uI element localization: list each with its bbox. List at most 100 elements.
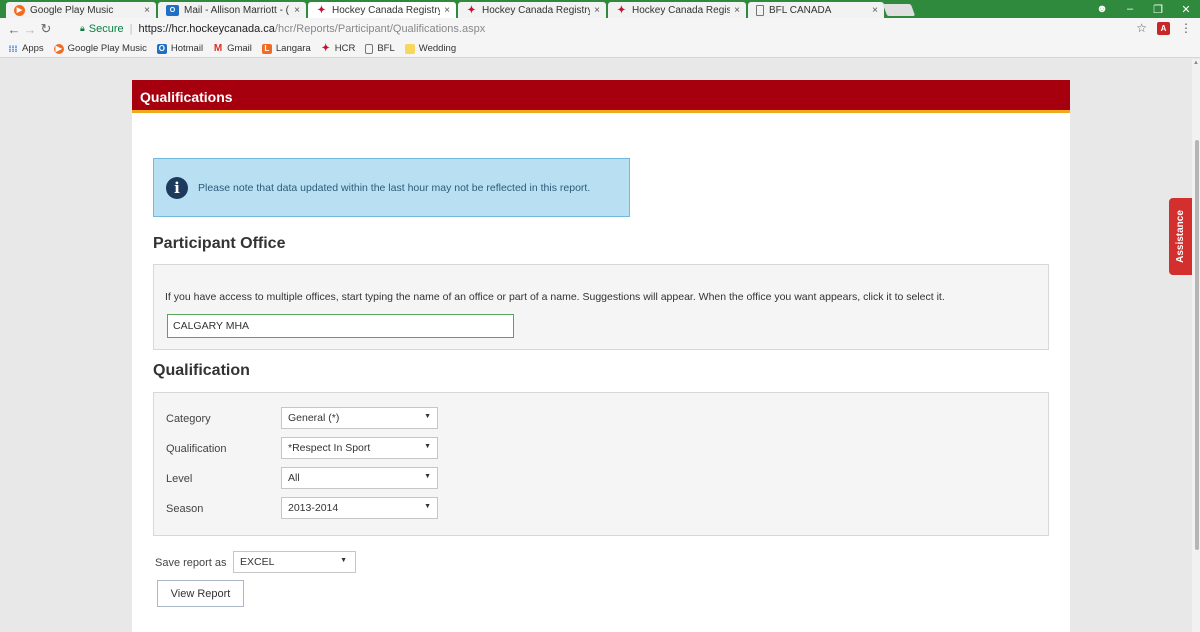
document-icon (365, 43, 374, 54)
dropdown-arrow-icon: ▼ (340, 557, 347, 564)
url-host: https://hcr.hockeycanada.ca (138, 22, 275, 35)
back-arrow-icon[interactable]: ← (6, 22, 22, 37)
tab-close-icon[interactable]: × (294, 5, 300, 16)
document-icon (756, 4, 764, 16)
bookmark-wedding[interactable]: Wedding (404, 43, 456, 54)
qualifications-panel: Qualifications i Please note that data u… (132, 80, 1070, 632)
outlook-icon: O (156, 43, 167, 54)
tab-title: Hockey Canada Registry (632, 4, 731, 16)
bookmark-label: HCR (334, 43, 356, 54)
office-help-text: If you have access to multiple offices, … (165, 291, 945, 303)
category-label: Category (166, 413, 211, 425)
tab-mail[interactable]: O Mail - Allison Marriott - ( × (158, 2, 306, 18)
bookmark-label: BFL (377, 43, 395, 54)
bookmarks-bar: ⁞⁞⁞ Apps ▶ Google Play Music O Hotmail M Gma… (0, 40, 1200, 58)
bookmark-label: Langara (275, 43, 311, 54)
info-alert: i Please note that data updated within t… (153, 158, 630, 217)
category-row: Category (166, 413, 211, 425)
minimize-icon[interactable]: – (1116, 3, 1144, 15)
level-label: Level (166, 473, 193, 485)
hockey-canada-icon: ✦ (617, 4, 626, 16)
tab-title: Mail - Allison Marriott - ( (184, 4, 290, 16)
address-bar: ← → ↻ 🔒︎ Secure | https://hcr.hockeycana… (0, 18, 1200, 40)
save-report-value: EXCEL (240, 556, 275, 568)
level-value: All (288, 472, 300, 484)
dropdown-arrow-icon: ▼ (424, 443, 431, 450)
account-icon[interactable]: ☻ (1088, 3, 1116, 15)
scrollbar-thumb[interactable] (1195, 140, 1199, 550)
dropdown-arrow-icon: ▼ (424, 473, 431, 480)
tab-strip: ▶ Google Play Music × O Mail - Allison M… (0, 0, 1200, 18)
restore-icon[interactable]: ❐ (1144, 3, 1172, 16)
bookmark-apps[interactable]: ⁞⁞⁞ Apps (8, 43, 44, 54)
hockey-canada-icon: ✦ (317, 4, 326, 16)
bookmark-label: Hotmail (170, 43, 204, 54)
info-icon: i (166, 176, 188, 199)
tab-hockey-canada-registry-active[interactable]: ✦ Hockey Canada Registry × (308, 2, 456, 18)
bookmark-label: Google Play Music (67, 43, 147, 54)
menu-dots-icon[interactable]: ⋮ (1180, 21, 1192, 35)
tab-title: BFL CANADA (769, 4, 832, 16)
qualification-value: *Respect In Sport (288, 442, 371, 454)
assistance-label: Assistance (1175, 210, 1186, 263)
lock-icon: 🔒︎ (80, 23, 85, 33)
tab-close-icon[interactable]: × (144, 5, 150, 16)
google-play-music-icon: ▶ (53, 43, 64, 54)
view-report-button[interactable]: View Report (157, 580, 244, 607)
tab-hockey-canada-registry[interactable]: ✦ Hockey Canada Registry × (458, 2, 606, 18)
tab-close-icon[interactable]: × (594, 5, 600, 16)
reload-icon[interactable]: ↻ (38, 21, 54, 37)
hockey-canada-icon: ✦ (467, 4, 476, 16)
secure-label: Secure (88, 22, 124, 35)
category-select[interactable]: General (*) ▼ (281, 407, 438, 429)
tab-bfl-canada[interactable]: BFL CANADA × (748, 2, 884, 18)
separator: | (129, 22, 133, 35)
level-row: Level (166, 473, 192, 485)
outlook-icon: O (166, 4, 179, 16)
qualification-row: Qualification (166, 443, 227, 455)
tab-hockey-canada-registry[interactable]: ✦ Hockey Canada Registry × (608, 2, 746, 18)
bookmark-bfl[interactable]: BFL (365, 43, 395, 54)
participant-office-heading: Participant Office (153, 235, 286, 252)
close-window-icon[interactable]: ✕ (1172, 3, 1200, 16)
tab-title: Hockey Canada Registry (332, 4, 441, 16)
hockey-canada-icon: ✦ (321, 43, 330, 54)
bookmark-star-icon[interactable]: ☆ (1136, 21, 1147, 35)
assistance-tab[interactable]: Assistance (1169, 198, 1192, 275)
gmail-icon: M (213, 43, 223, 54)
bookmark-google-play-music[interactable]: ▶ Google Play Music (53, 43, 147, 54)
office-input[interactable] (167, 314, 514, 338)
tab-close-icon[interactable]: × (734, 5, 740, 16)
pdf-extension-icon[interactable]: A (1157, 21, 1170, 35)
url-path: /hcr/Reports/Participant/Qualifications.… (274, 22, 486, 35)
new-tab-button[interactable] (882, 4, 916, 16)
langara-icon: L (261, 43, 272, 54)
season-select[interactable]: 2013-2014 ▼ (281, 497, 438, 519)
tab-close-icon[interactable]: × (872, 5, 878, 16)
participant-office-well: If you have access to multiple offices, … (153, 264, 1049, 350)
bookmark-hotmail[interactable]: O Hotmail (156, 43, 204, 54)
tab-title: Hockey Canada Registry (482, 4, 591, 16)
qualification-select[interactable]: *Respect In Sport ▼ (281, 437, 438, 459)
season-row: Season (166, 503, 203, 515)
apps-grid-icon: ⁞⁞⁞ (8, 43, 18, 54)
qualification-well: Category General (*) ▼ Qualification *Re… (153, 392, 1049, 536)
bookmark-gmail[interactable]: M Gmail (213, 43, 252, 54)
forward-arrow-icon[interactable]: → (22, 22, 38, 37)
save-report-select[interactable]: EXCEL ▼ (233, 551, 356, 573)
season-value: 2013-2014 (288, 502, 339, 514)
bookmark-label: Apps (22, 43, 44, 54)
tab-title: Google Play Music (30, 4, 114, 16)
tab-google-play-music[interactable]: ▶ Google Play Music × (6, 2, 156, 18)
tab-close-icon[interactable]: × (444, 5, 450, 16)
dropdown-arrow-icon: ▼ (424, 413, 431, 420)
level-select[interactable]: All ▼ (281, 467, 438, 489)
omnibox[interactable]: 🔒︎ Secure | https://hcr.hockeycanada.ca /… (80, 20, 1170, 37)
toolbar-icons: ☆ A ⋮ (1136, 21, 1192, 35)
scroll-up-arrow-icon[interactable]: ▲ (1193, 60, 1199, 66)
bookmark-hcr[interactable]: ✦ HCR (321, 43, 356, 54)
bookmark-langara[interactable]: L Langara (261, 43, 311, 54)
qualification-heading: Qualification (153, 362, 250, 379)
info-message: Please note that data updated within the… (198, 181, 591, 194)
window-controls: ☻ – ❐ ✕ (1088, 0, 1200, 18)
